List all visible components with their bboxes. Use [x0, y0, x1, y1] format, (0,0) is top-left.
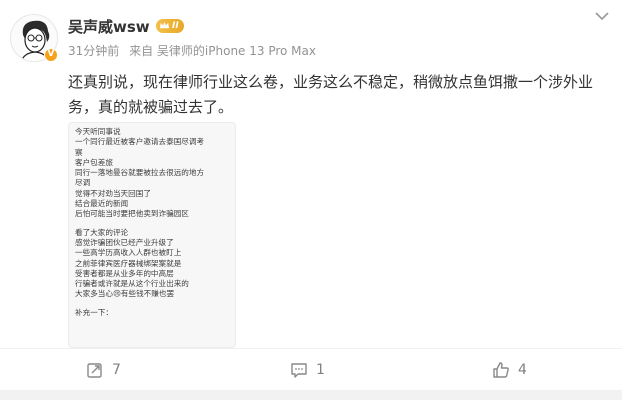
- comment-count: 1: [316, 362, 325, 378]
- repost-button[interactable]: 7: [86, 352, 121, 388]
- post-image[interactable]: 今天听同事说 一个同行最近被客户邀请去泰国尽调考察客户包差旅 同行一落地曼谷就要被拉…: [68, 122, 236, 348]
- post-source: 来自 吴律师的iPhone 13 Pro Max: [129, 44, 316, 58]
- repost-icon: [87, 363, 102, 378]
- level-badge-label: II: [172, 21, 179, 31]
- repost-count: 7: [112, 362, 121, 378]
- image-text-line: 结合最近的新闻: [75, 199, 129, 209]
- post-actions: 7 1 4: [0, 352, 622, 388]
- image-text-line: 补充一下：: [75, 307, 113, 317]
- image-line-gap: [75, 300, 229, 308]
- comment-icon: [291, 363, 307, 378]
- image-text-line: 受害者都是从业多年的中高层: [75, 268, 174, 278]
- author-name[interactable]: 吴声威wsw: [68, 16, 150, 37]
- user-level-badge[interactable]: II: [156, 19, 184, 33]
- verified-badge: V: [44, 48, 58, 62]
- like-icon: [493, 362, 509, 378]
- image-text-line: 行骗者或许就是从这个行业出来的: [75, 279, 189, 289]
- image-text-line: 尽调: [75, 178, 91, 188]
- image-text-line: 一个同行最近被客户邀请去泰国尽调考: [75, 137, 205, 147]
- image-text-line: 之前菲律宾医疗器械绑架案就是: [75, 258, 182, 268]
- image-line-gap: [75, 220, 229, 228]
- image-text-line: 大家多当心😢有些钱不赚也罢: [75, 289, 175, 299]
- image-text-line: 后怕可能当时要把他卖到诈骗园区: [75, 209, 189, 219]
- image-text-line: 一些高学历高收入人群也被盯上: [75, 248, 182, 258]
- image-text-line: 觉得不对劲当天回国了: [75, 188, 151, 198]
- like-count: 4: [518, 362, 527, 378]
- feed-separator: [0, 390, 622, 400]
- like-button[interactable]: 4: [492, 352, 527, 388]
- image-text-line: 同行一落地曼谷就要被拉去很远的地方: [75, 168, 205, 178]
- comment-button[interactable]: 1: [290, 352, 325, 388]
- image-fade: [69, 333, 235, 347]
- crown-icon: [159, 21, 170, 29]
- image-text-line: 今天听同事说: [75, 127, 121, 136]
- weibo-post-card: V 吴声威wsw II 31分钟前 来自 吴律师的iPhone 13 Pro M…: [0, 0, 622, 400]
- post-meta: 31分钟前 来自 吴律师的iPhone 13 Pro Max: [68, 42, 322, 59]
- image-text-line: 察: [75, 147, 83, 157]
- image-text-line: 看了大家的评论: [75, 227, 129, 237]
- image-text-line: 感觉诈骗团伙已经产业升级了: [75, 237, 174, 247]
- more-icon[interactable]: [594, 10, 610, 22]
- image-text-line: 客户包差旅: [75, 157, 113, 167]
- divider: [0, 348, 622, 349]
- post-time[interactable]: 31分钟前: [68, 44, 119, 58]
- post-text: 还真别说，现在律师行业这么卷，业务这么不稳定，稍微放点鱼饵撒一个涉外业务，真的就…: [68, 73, 594, 116]
